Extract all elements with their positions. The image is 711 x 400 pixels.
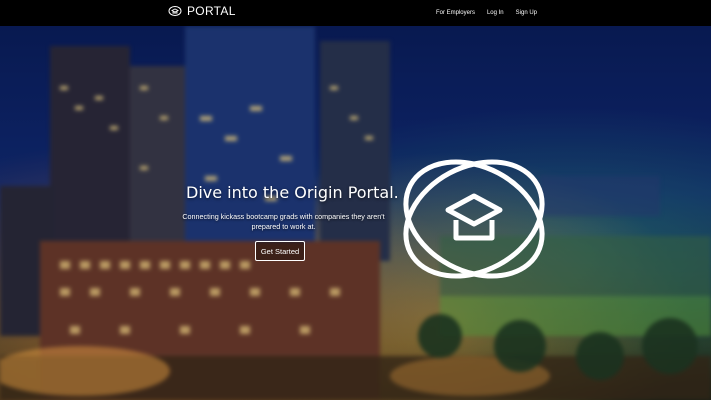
nav-links: For Employers Log In Sign Up <box>436 0 537 26</box>
nav-link-log-in[interactable]: Log In <box>487 10 504 16</box>
nav-link-sign-up[interactable]: Sign Up <box>516 10 537 16</box>
brand-home-link[interactable]: PORTAL <box>168 4 236 18</box>
origin-graduation-cap-logo-icon <box>403 159 545 279</box>
get-started-button[interactable]: Get Started <box>255 241 305 261</box>
brand-name: PORTAL <box>187 4 236 18</box>
hero-headline: Dive into the Origin Portal. <box>186 183 399 202</box>
hero-subtext: Connecting kickass bootcamp grads with c… <box>182 212 385 231</box>
navbar: PORTAL For Employers Log In Sign Up <box>0 0 711 26</box>
nav-link-for-employers[interactable]: For Employers <box>436 10 475 16</box>
origin-logo-icon <box>168 6 182 16</box>
